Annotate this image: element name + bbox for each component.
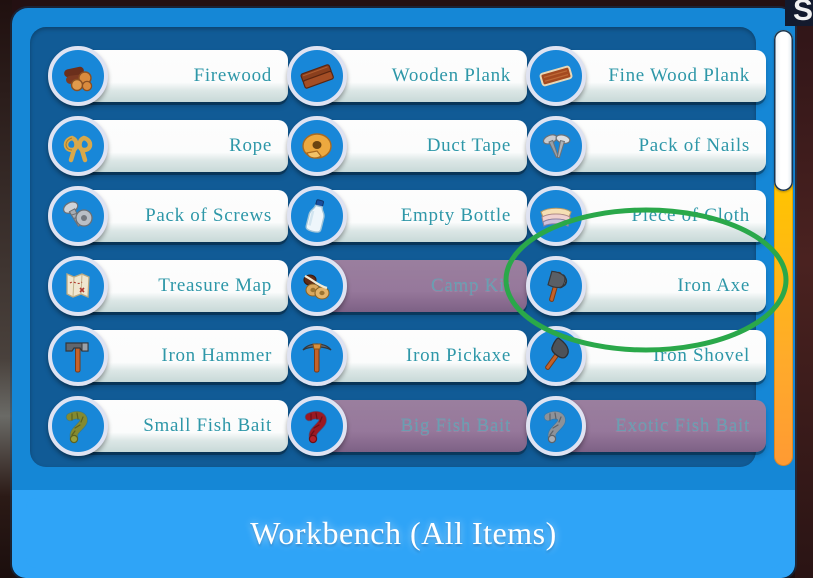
nails-icon[interactable] bbox=[526, 116, 586, 176]
wooden-plank-icon[interactable] bbox=[287, 46, 347, 106]
item-label: Rope bbox=[229, 135, 272, 156]
dialog-footer: Workbench (All Items) bbox=[12, 490, 795, 578]
game-screen: S Firewood Wooden Plank Fine Wood Plank … bbox=[0, 0, 813, 578]
vertical-scrollbar-track[interactable] bbox=[774, 30, 793, 466]
small-fish-bait-icon[interactable] bbox=[48, 396, 108, 456]
backdrop-left-edge bbox=[0, 0, 12, 578]
fine-wood-plank-icon[interactable] bbox=[526, 46, 586, 106]
item-label: Firewood bbox=[193, 65, 272, 86]
item-label: Wooden Plank bbox=[391, 65, 511, 86]
exotic-fish-bait-icon bbox=[526, 396, 586, 456]
item-label: Iron Axe bbox=[677, 275, 750, 296]
page-title: Workbench (All Items) bbox=[250, 514, 557, 551]
bottle-icon[interactable] bbox=[287, 186, 347, 246]
corner-stray-glyph: S bbox=[792, 0, 813, 27]
item-label: Duct Tape bbox=[426, 135, 511, 156]
item-label: Fine Wood Plank bbox=[608, 65, 750, 86]
item-label: Camp Kit bbox=[430, 275, 511, 296]
item-label: Big Fish Bait bbox=[400, 415, 511, 436]
workbench-dialog: Firewood Wooden Plank Fine Wood Plank Ro… bbox=[12, 8, 795, 578]
item-label: Iron Pickaxe bbox=[406, 345, 511, 366]
item-label: Small Fish Bait bbox=[143, 415, 272, 436]
item-label: Empty Bottle bbox=[400, 205, 511, 226]
vertical-scrollbar-thumb[interactable] bbox=[774, 30, 793, 191]
item-grid: Firewood Wooden Plank Fine Wood Plank Ro… bbox=[30, 27, 766, 467]
cloth-icon[interactable] bbox=[526, 186, 586, 246]
item-label: Piece of Cloth bbox=[631, 205, 750, 226]
iron-pickaxe-icon[interactable] bbox=[287, 326, 347, 386]
treasure-map-icon[interactable] bbox=[48, 256, 108, 316]
footer-title-bar: Workbench (All Items) bbox=[26, 498, 781, 568]
camp-kit-icon bbox=[287, 256, 347, 316]
rope-icon[interactable] bbox=[48, 116, 108, 176]
item-label: Exotic Fish Bait bbox=[615, 415, 750, 436]
item-list-panel: Firewood Wooden Plank Fine Wood Plank Ro… bbox=[30, 27, 766, 467]
item-label: Iron Hammer bbox=[161, 345, 272, 366]
iron-axe-icon[interactable] bbox=[526, 256, 586, 316]
item-label: Pack of Screws bbox=[145, 205, 272, 226]
item-label: Pack of Nails bbox=[638, 135, 750, 156]
item-label: Treasure Map bbox=[158, 275, 272, 296]
iron-shovel-icon[interactable] bbox=[526, 326, 586, 386]
item-label: Iron Shovel bbox=[653, 345, 750, 366]
backdrop-right-edge bbox=[795, 0, 813, 578]
firewood-icon[interactable] bbox=[48, 46, 108, 106]
big-fish-bait-icon bbox=[287, 396, 347, 456]
screws-icon[interactable] bbox=[48, 186, 108, 246]
duct-tape-icon[interactable] bbox=[287, 116, 347, 176]
iron-hammer-icon[interactable] bbox=[48, 326, 108, 386]
